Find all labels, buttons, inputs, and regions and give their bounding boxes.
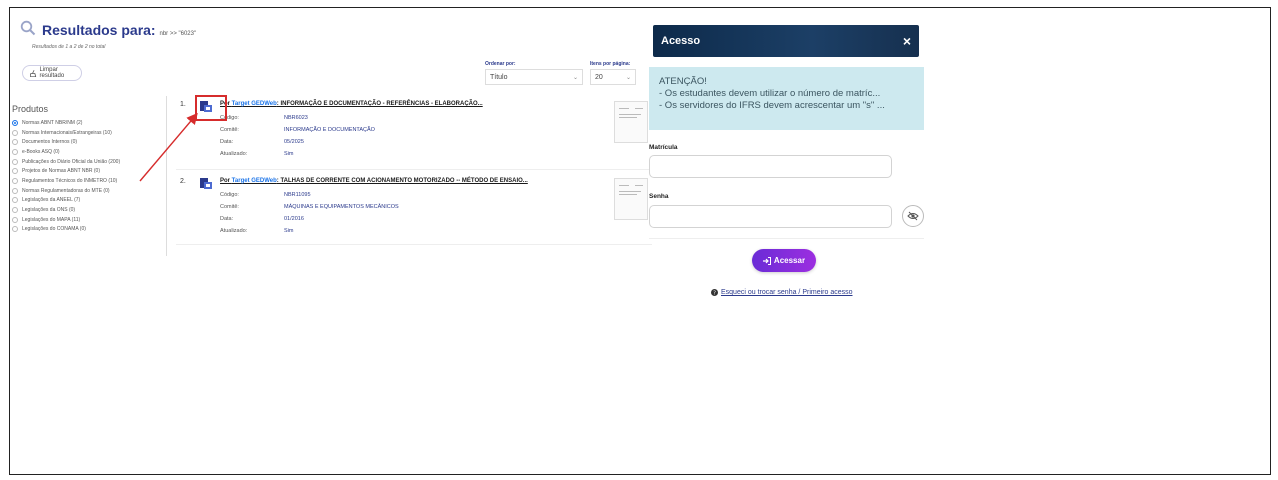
field-value: Sim — [284, 228, 294, 234]
svg-text:?: ? — [713, 291, 716, 296]
per-page-label: Itens por página: — [590, 61, 631, 67]
filter-option-label: Legislações do MAPA (11) — [22, 216, 81, 223]
senha-label: Senha — [649, 193, 669, 200]
field-value: MÁQUINAS E EQUIPAMENTOS MECÂNICOS — [284, 204, 399, 210]
filter-option[interactable]: Legislações do CONAMA (0) — [12, 225, 162, 235]
result-divider — [176, 244, 652, 245]
notice-line: - Os estudantes devem utilizar o número … — [659, 88, 881, 99]
filter-option[interactable]: Legislações do MAPA (11) — [12, 215, 162, 225]
login-divider — [649, 238, 924, 239]
field-key: Atualizado: — [220, 228, 248, 234]
close-icon[interactable]: × — [903, 33, 911, 49]
eye-slash-icon — [907, 211, 919, 221]
radio-icon[interactable] — [12, 216, 18, 223]
field-value: 05/2025 — [284, 139, 304, 145]
field-value: Sim — [284, 151, 294, 157]
login-notice: ATENÇÃO! - Os estudantes devem utilizar … — [649, 67, 924, 130]
per-page-control: Itens por página: 20 ⌄ — [590, 61, 636, 85]
senha-input[interactable] — [649, 205, 892, 228]
result-title-text: : INFORMAÇÃO E DOCUMENTAÇÃO - REFERÊNCIA… — [276, 101, 483, 107]
result-field: Data: 01/2016 — [220, 216, 304, 222]
matricula-input[interactable] — [649, 155, 892, 178]
notice-title: ATENÇÃO! — [659, 76, 707, 87]
result-title-text: : TALHAS DE CORRENTE COM ACIONAMENTO MOT… — [276, 178, 528, 184]
field-value: NBR6023 — [284, 115, 308, 121]
matricula-label: Matrícula — [649, 144, 678, 151]
question-circle-icon: ? — [711, 289, 718, 296]
document-thumbnail[interactable] — [614, 101, 648, 143]
forgot-password-link[interactable]: Esqueci ou trocar senha / Primeiro acess… — [721, 289, 853, 296]
sort-select[interactable]: Título ⌄ — [485, 69, 583, 85]
login-modal-title: Acesso — [661, 35, 701, 47]
per-page-select[interactable]: 20 ⌄ — [590, 69, 636, 85]
forgot-password[interactable]: ? Esqueci ou trocar senha / Primeiro ace… — [711, 289, 853, 296]
annotation-arrow-icon — [139, 112, 198, 182]
field-key: Data: — [220, 216, 234, 222]
sort-control: Ordenar por: Título ⌄ — [485, 61, 583, 85]
document-thumbnail[interactable] — [614, 178, 648, 220]
field-value: 01/2016 — [284, 216, 304, 222]
sort-label: Ordenar por: — [485, 61, 516, 67]
sort-value: Título — [490, 73, 508, 81]
login-submit-button[interactable]: Acessar — [752, 249, 816, 272]
radio-icon[interactable] — [12, 226, 18, 233]
field-value: INFORMAÇÃO E DOCUMENTAÇÃO — [284, 127, 375, 133]
login-submit-label: Acessar — [773, 256, 806, 265]
chevron-down-icon: ⌄ — [625, 74, 631, 81]
field-value: NBR11095 — [284, 192, 311, 198]
login-modal-header: Acesso × — [653, 25, 919, 57]
sign-in-icon — [762, 256, 771, 265]
chevron-down-icon: ⌄ — [572, 74, 578, 81]
notice-line: - Os servidores do IFRS devem acrescenta… — [659, 100, 885, 111]
toggle-password-button[interactable] — [902, 205, 924, 227]
per-page-value: 20 — [595, 73, 603, 81]
filter-option-label: Legislações do CONAMA (0) — [22, 226, 86, 233]
result-field: Atualizado: Sim — [220, 228, 293, 234]
browser-viewport: Resultados para: nbr >> "6023" Resultado… — [9, 7, 1271, 475]
